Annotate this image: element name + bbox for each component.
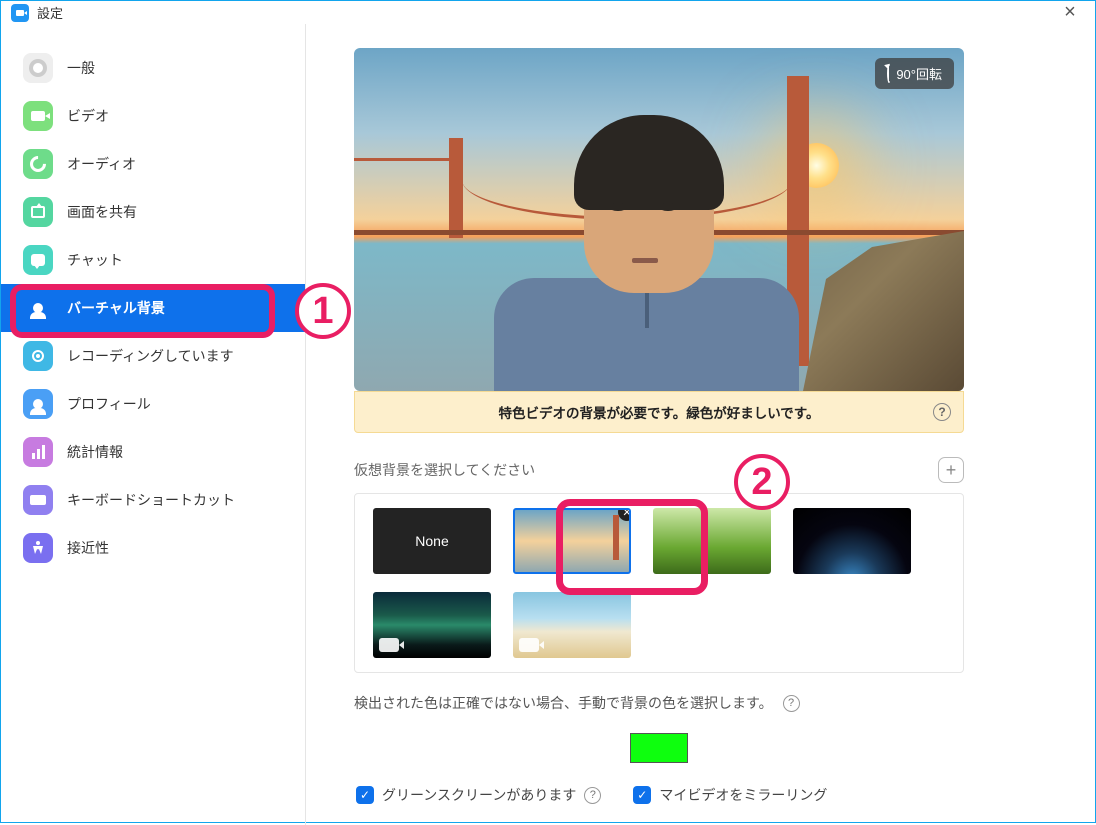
video-icon <box>379 638 399 652</box>
remove-bg-icon[interactable]: ✕ <box>618 508 631 521</box>
sidebar: 一般 ビデオ オーディオ 画面を共有 チャット バーチャル背景 <box>1 24 306 825</box>
detect-color-text: 検出された色は正確ではない場合、手動で背景の色を選択します。 <box>354 693 773 713</box>
headphones-icon <box>23 149 53 179</box>
video-preview: 90°回転 <box>354 48 964 391</box>
sidebar-item-label: 一般 <box>67 58 95 78</box>
person-icon <box>23 293 53 323</box>
sidebar-item-label: キーボードショートカット <box>67 490 235 510</box>
help-icon[interactable]: ? <box>584 787 601 804</box>
sidebar-item-label: 接近性 <box>67 538 109 558</box>
main-panel: 90°回転 特色ビデオの背景が必要です。緑色が好ましいです。 ? 仮想背景を選択… <box>306 24 1095 825</box>
notice-text: 特色ビデオの背景が必要です。緑色が好ましいです。 <box>499 402 820 422</box>
gear-icon <box>23 53 53 83</box>
sidebar-item-label: レコーディングしています <box>67 346 234 366</box>
accessibility-icon <box>23 533 53 563</box>
sidebar-item-keyboard-shortcuts[interactable]: キーボードショートカット <box>1 476 305 524</box>
mirror-label: マイビデオをミラーリング <box>659 785 827 805</box>
sidebar-item-label: ビデオ <box>67 106 109 126</box>
profile-icon <box>23 389 53 419</box>
chat-icon <box>23 245 53 275</box>
keyboard-icon <box>23 485 53 515</box>
bg-option-earth[interactable] <box>793 508 911 574</box>
sidebar-item-label: オーディオ <box>67 154 136 174</box>
stats-icon <box>23 437 53 467</box>
bg-option-bridge[interactable]: ✕ <box>513 508 631 574</box>
help-icon[interactable]: ? <box>933 403 951 421</box>
sidebar-item-audio[interactable]: オーディオ <box>1 140 305 188</box>
green-screen-checkbox[interactable]: ✓ <box>356 786 374 804</box>
sidebar-item-general[interactable]: 一般 <box>1 44 305 92</box>
color-swatch[interactable] <box>630 733 688 763</box>
sidebar-item-label: チャット <box>67 250 123 270</box>
video-icon <box>519 638 539 652</box>
sidebar-item-video[interactable]: ビデオ <box>1 92 305 140</box>
sidebar-item-recording[interactable]: レコーディングしています <box>1 332 305 380</box>
add-background-button[interactable]: + <box>938 457 964 483</box>
sidebar-item-accessibility[interactable]: 接近性 <box>1 524 305 572</box>
sidebar-item-profile[interactable]: プロフィール <box>1 380 305 428</box>
bg-option-none[interactable]: None <box>373 508 491 574</box>
app-icon <box>11 4 29 22</box>
rotate-button[interactable]: 90°回転 <box>875 58 954 89</box>
titlebar: 設定 × <box>1 1 1095 24</box>
sidebar-item-statistics[interactable]: 統計情報 <box>1 428 305 476</box>
record-icon <box>23 341 53 371</box>
sidebar-item-label: 統計情報 <box>67 442 123 462</box>
sidebar-item-share-screen[interactable]: 画面を共有 <box>1 188 305 236</box>
green-screen-label: グリーンスクリーンがあります <box>382 785 576 805</box>
help-icon[interactable]: ? <box>783 695 800 712</box>
share-icon <box>23 197 53 227</box>
bg-option-grass[interactable] <box>653 508 771 574</box>
bg-select-label: 仮想背景を選択してください <box>354 460 938 480</box>
rotate-label: 90°回転 <box>896 64 942 83</box>
sidebar-item-chat[interactable]: チャット <box>1 236 305 284</box>
background-grid: None ✕ <box>354 493 964 673</box>
sidebar-item-virtual-background[interactable]: バーチャル背景 <box>1 284 305 332</box>
video-icon <box>23 101 53 131</box>
sidebar-item-label: プロフィール <box>67 394 151 414</box>
bg-option-aurora[interactable] <box>373 592 491 658</box>
bg-option-beach[interactable] <box>513 592 631 658</box>
close-icon[interactable]: × <box>1055 1 1085 24</box>
sidebar-item-label: 画面を共有 <box>67 202 137 222</box>
sidebar-item-label: バーチャル背景 <box>67 298 165 318</box>
window-title: 設定 <box>37 3 63 22</box>
mirror-checkbox[interactable]: ✓ <box>633 786 651 804</box>
undo-icon <box>887 66 891 81</box>
notice-bar: 特色ビデオの背景が必要です。緑色が好ましいです。 ? <box>354 391 964 433</box>
